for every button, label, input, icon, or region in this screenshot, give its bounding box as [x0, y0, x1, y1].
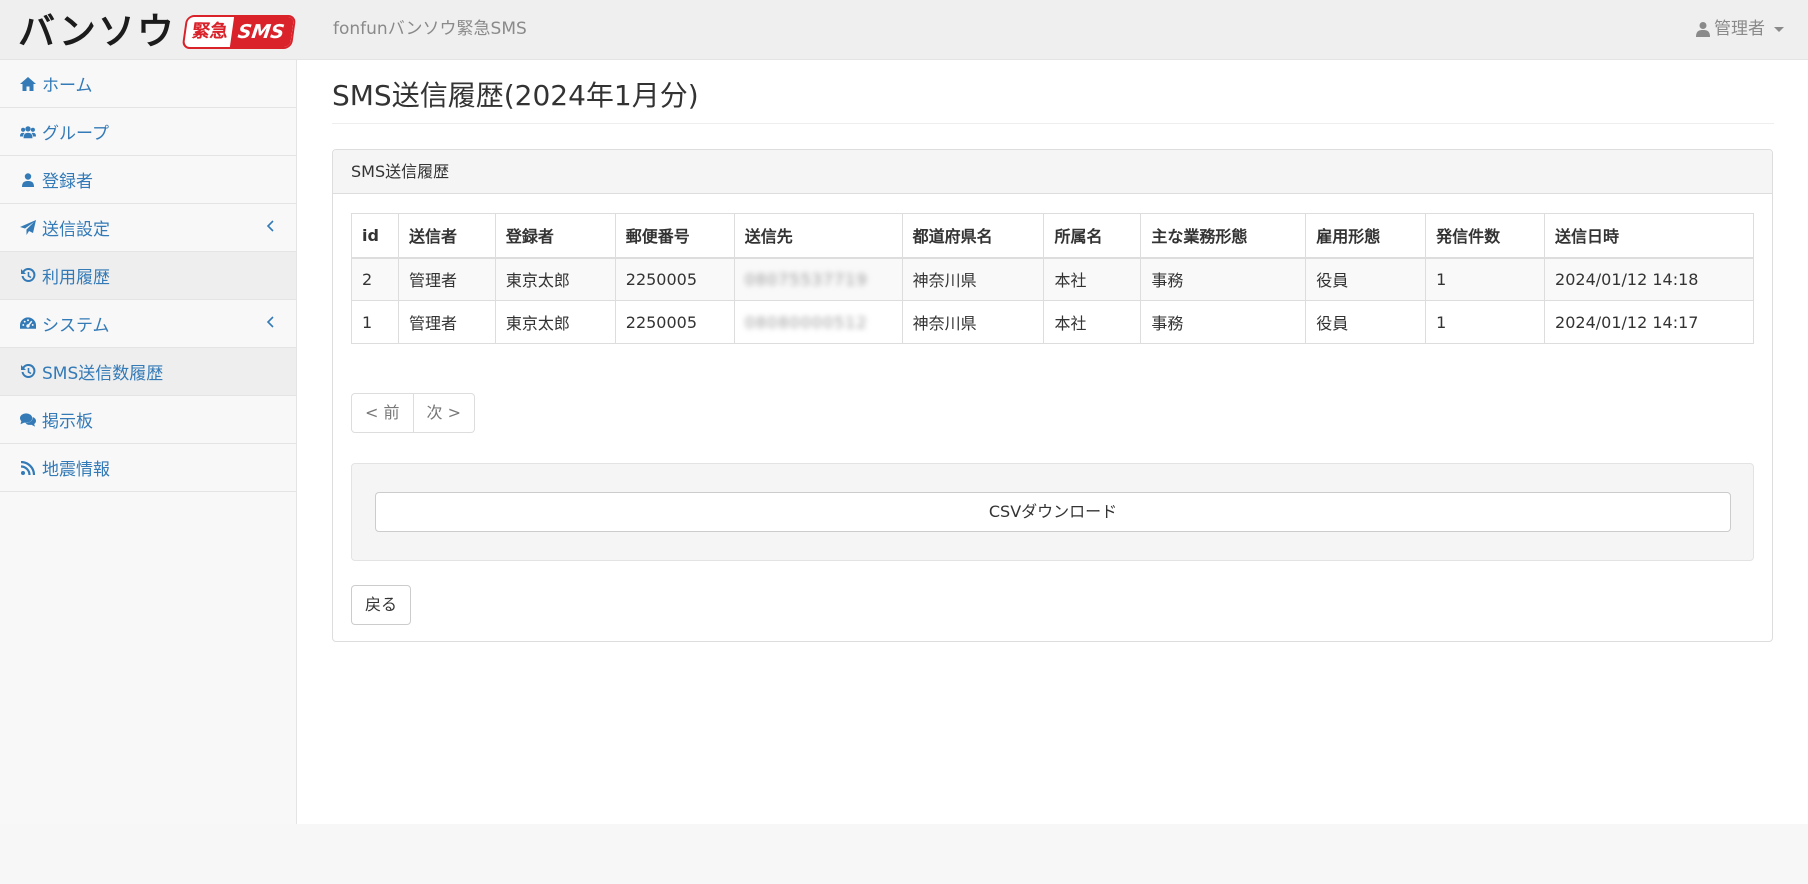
sidebar-item-usage-history[interactable]: 利用履歴 — [0, 252, 296, 300]
next-page-button[interactable]: 次 > — [413, 393, 475, 433]
main-content: SMS送信履歴(2024年1月分) SMS送信履歴 id 送信者 登録者 郵便番… — [297, 60, 1808, 824]
column-header-destination: 送信先 — [733, 213, 903, 259]
column-header-affiliation: 所属名 — [1043, 213, 1142, 259]
top-navbar: バンソウ 緊急 SMS fonfunバンソウ緊急SMS 管理者 — [0, 0, 1808, 60]
logo-badge-sms: SMS — [229, 16, 295, 48]
cell-sent-at: 2024/01/12 14:17 — [1544, 300, 1754, 344]
sidebar-item-label: ホーム — [42, 76, 93, 96]
sidebar-item-send-settings[interactable]: 送信設定 — [0, 204, 296, 252]
history-icon — [20, 364, 36, 380]
cell-send-count: 1 — [1425, 257, 1546, 301]
column-header-business-type: 主な業務形態 — [1140, 213, 1307, 259]
rss-icon — [20, 460, 36, 476]
prev-page-button[interactable]: < 前 — [351, 393, 414, 433]
history-icon — [20, 268, 36, 284]
column-header-send-count: 発信件数 — [1425, 213, 1546, 259]
dashboard-icon — [20, 316, 36, 332]
cell-registrant: 東京太郎 — [494, 257, 616, 301]
table-header-row: id 送信者 登録者 郵便番号 送信先 都道府県名 所属名 主な業務形態 雇用形… — [351, 213, 1754, 259]
sidebar-item-label: グループ — [42, 124, 109, 144]
cell-send-count: 1 — [1425, 300, 1546, 344]
user-icon — [1696, 22, 1710, 37]
cell-postal-code: 2250005 — [614, 300, 735, 344]
user-icon — [20, 172, 36, 188]
app-title[interactable]: fonfunバンソウ緊急SMS — [333, 18, 527, 40]
sidebar-item-home[interactable]: ホーム — [0, 60, 296, 108]
sidebar-item-label: 利用履歴 — [42, 268, 110, 288]
chevron-left-icon — [266, 220, 274, 232]
sidebar-item-sms-count-history[interactable]: SMS送信数履歴 — [0, 348, 296, 396]
sidebar-item-groups[interactable]: グループ — [0, 108, 296, 156]
logo-badge: 緊急 SMS — [181, 15, 297, 49]
blurred-phone-number: 08080000512 — [744, 312, 868, 332]
download-well: CSVダウンロード — [351, 463, 1754, 561]
caret-down-icon — [1774, 26, 1784, 32]
page-header: SMS送信履歴(2024年1月分) — [332, 78, 1774, 124]
cell-affiliation: 本社 — [1043, 257, 1142, 301]
column-header-registrant: 登録者 — [494, 213, 616, 259]
column-header-sent-at: 送信日時 — [1544, 213, 1754, 259]
table-row: 1 管理者 東京太郎 2250005 08080000512 神奈川県 本社 事… — [351, 300, 1754, 344]
column-header-prefecture: 都道府県名 — [901, 213, 1045, 259]
brand-logo[interactable]: バンソウ 緊急 SMS — [18, 10, 297, 53]
sidebar-item-label: 登録者 — [42, 172, 93, 192]
blurred-phone-number: 08075537719 — [744, 269, 868, 289]
cell-destination: 08080000512 — [733, 300, 903, 344]
cell-sender: 管理者 — [397, 300, 496, 344]
sidebar-item-label: SMS送信数履歴 — [42, 364, 164, 384]
comments-icon — [20, 412, 36, 428]
sidebar-item-registrants[interactable]: 登録者 — [0, 156, 296, 204]
user-menu-dropdown[interactable]: 管理者 — [1696, 18, 1784, 40]
sidebar-item-label: 地震情報 — [42, 460, 110, 480]
sidebar-item-bulletin-board[interactable]: 掲示板 — [0, 396, 296, 444]
panel-title: SMS送信履歴 — [333, 150, 1772, 194]
sidebar-item-system[interactable]: システム — [0, 300, 296, 348]
paper-plane-icon — [20, 220, 36, 236]
sidebar-item-label: システム — [42, 316, 110, 336]
cell-prefecture: 神奈川県 — [901, 300, 1045, 344]
column-header-sender: 送信者 — [397, 213, 496, 259]
cell-destination: 08075537719 — [733, 257, 903, 301]
cell-registrant: 東京太郎 — [494, 300, 616, 344]
sidebar-item-label: 掲示板 — [42, 412, 93, 432]
cell-prefecture: 神奈川県 — [901, 257, 1045, 301]
cell-business-type: 事務 — [1140, 300, 1307, 344]
sidebar-item-label: 送信設定 — [42, 220, 110, 240]
logo-badge-kanji: 緊急 — [190, 21, 230, 42]
csv-download-button[interactable]: CSVダウンロード — [375, 492, 1731, 532]
cell-sent-at: 2024/01/12 14:18 — [1544, 257, 1754, 301]
chevron-left-icon — [266, 316, 274, 328]
sidebar: ホーム グループ 登録者 送信設定 利用履歴 システム SMS送信数履歴 掲示板… — [0, 60, 297, 824]
column-header-employment-type: 雇用形態 — [1305, 213, 1427, 259]
sms-history-table: id 送信者 登録者 郵便番号 送信先 都道府県名 所属名 主な業務形態 雇用形… — [351, 213, 1754, 344]
home-icon — [20, 76, 36, 92]
cell-employment-type: 役員 — [1305, 300, 1427, 344]
history-panel: SMS送信履歴 id 送信者 登録者 郵便番号 送信先 都道府県名 所属名 主な… — [332, 149, 1773, 642]
users-icon — [20, 124, 36, 140]
cell-id: 2 — [351, 257, 399, 301]
pagination: < 前 次 > — [351, 393, 475, 433]
table-row: 2 管理者 東京太郎 2250005 08075537719 神奈川県 本社 事… — [351, 257, 1754, 301]
cell-business-type: 事務 — [1140, 257, 1307, 301]
sidebar-item-earthquake-info[interactable]: 地震情報 — [0, 444, 296, 492]
cell-id: 1 — [351, 300, 399, 344]
cell-sender: 管理者 — [397, 257, 496, 301]
back-button[interactable]: 戻る — [351, 585, 412, 625]
column-header-postal-code: 郵便番号 — [614, 213, 735, 259]
user-menu-label: 管理者 — [1714, 19, 1765, 39]
page-title: SMS送信履歴(2024年1月分) — [332, 79, 699, 112]
cell-employment-type: 役員 — [1305, 257, 1427, 301]
cell-postal-code: 2250005 — [614, 257, 735, 301]
logo-text: バンソウ — [18, 10, 176, 53]
cell-affiliation: 本社 — [1043, 300, 1142, 344]
column-header-id: id — [351, 213, 399, 259]
